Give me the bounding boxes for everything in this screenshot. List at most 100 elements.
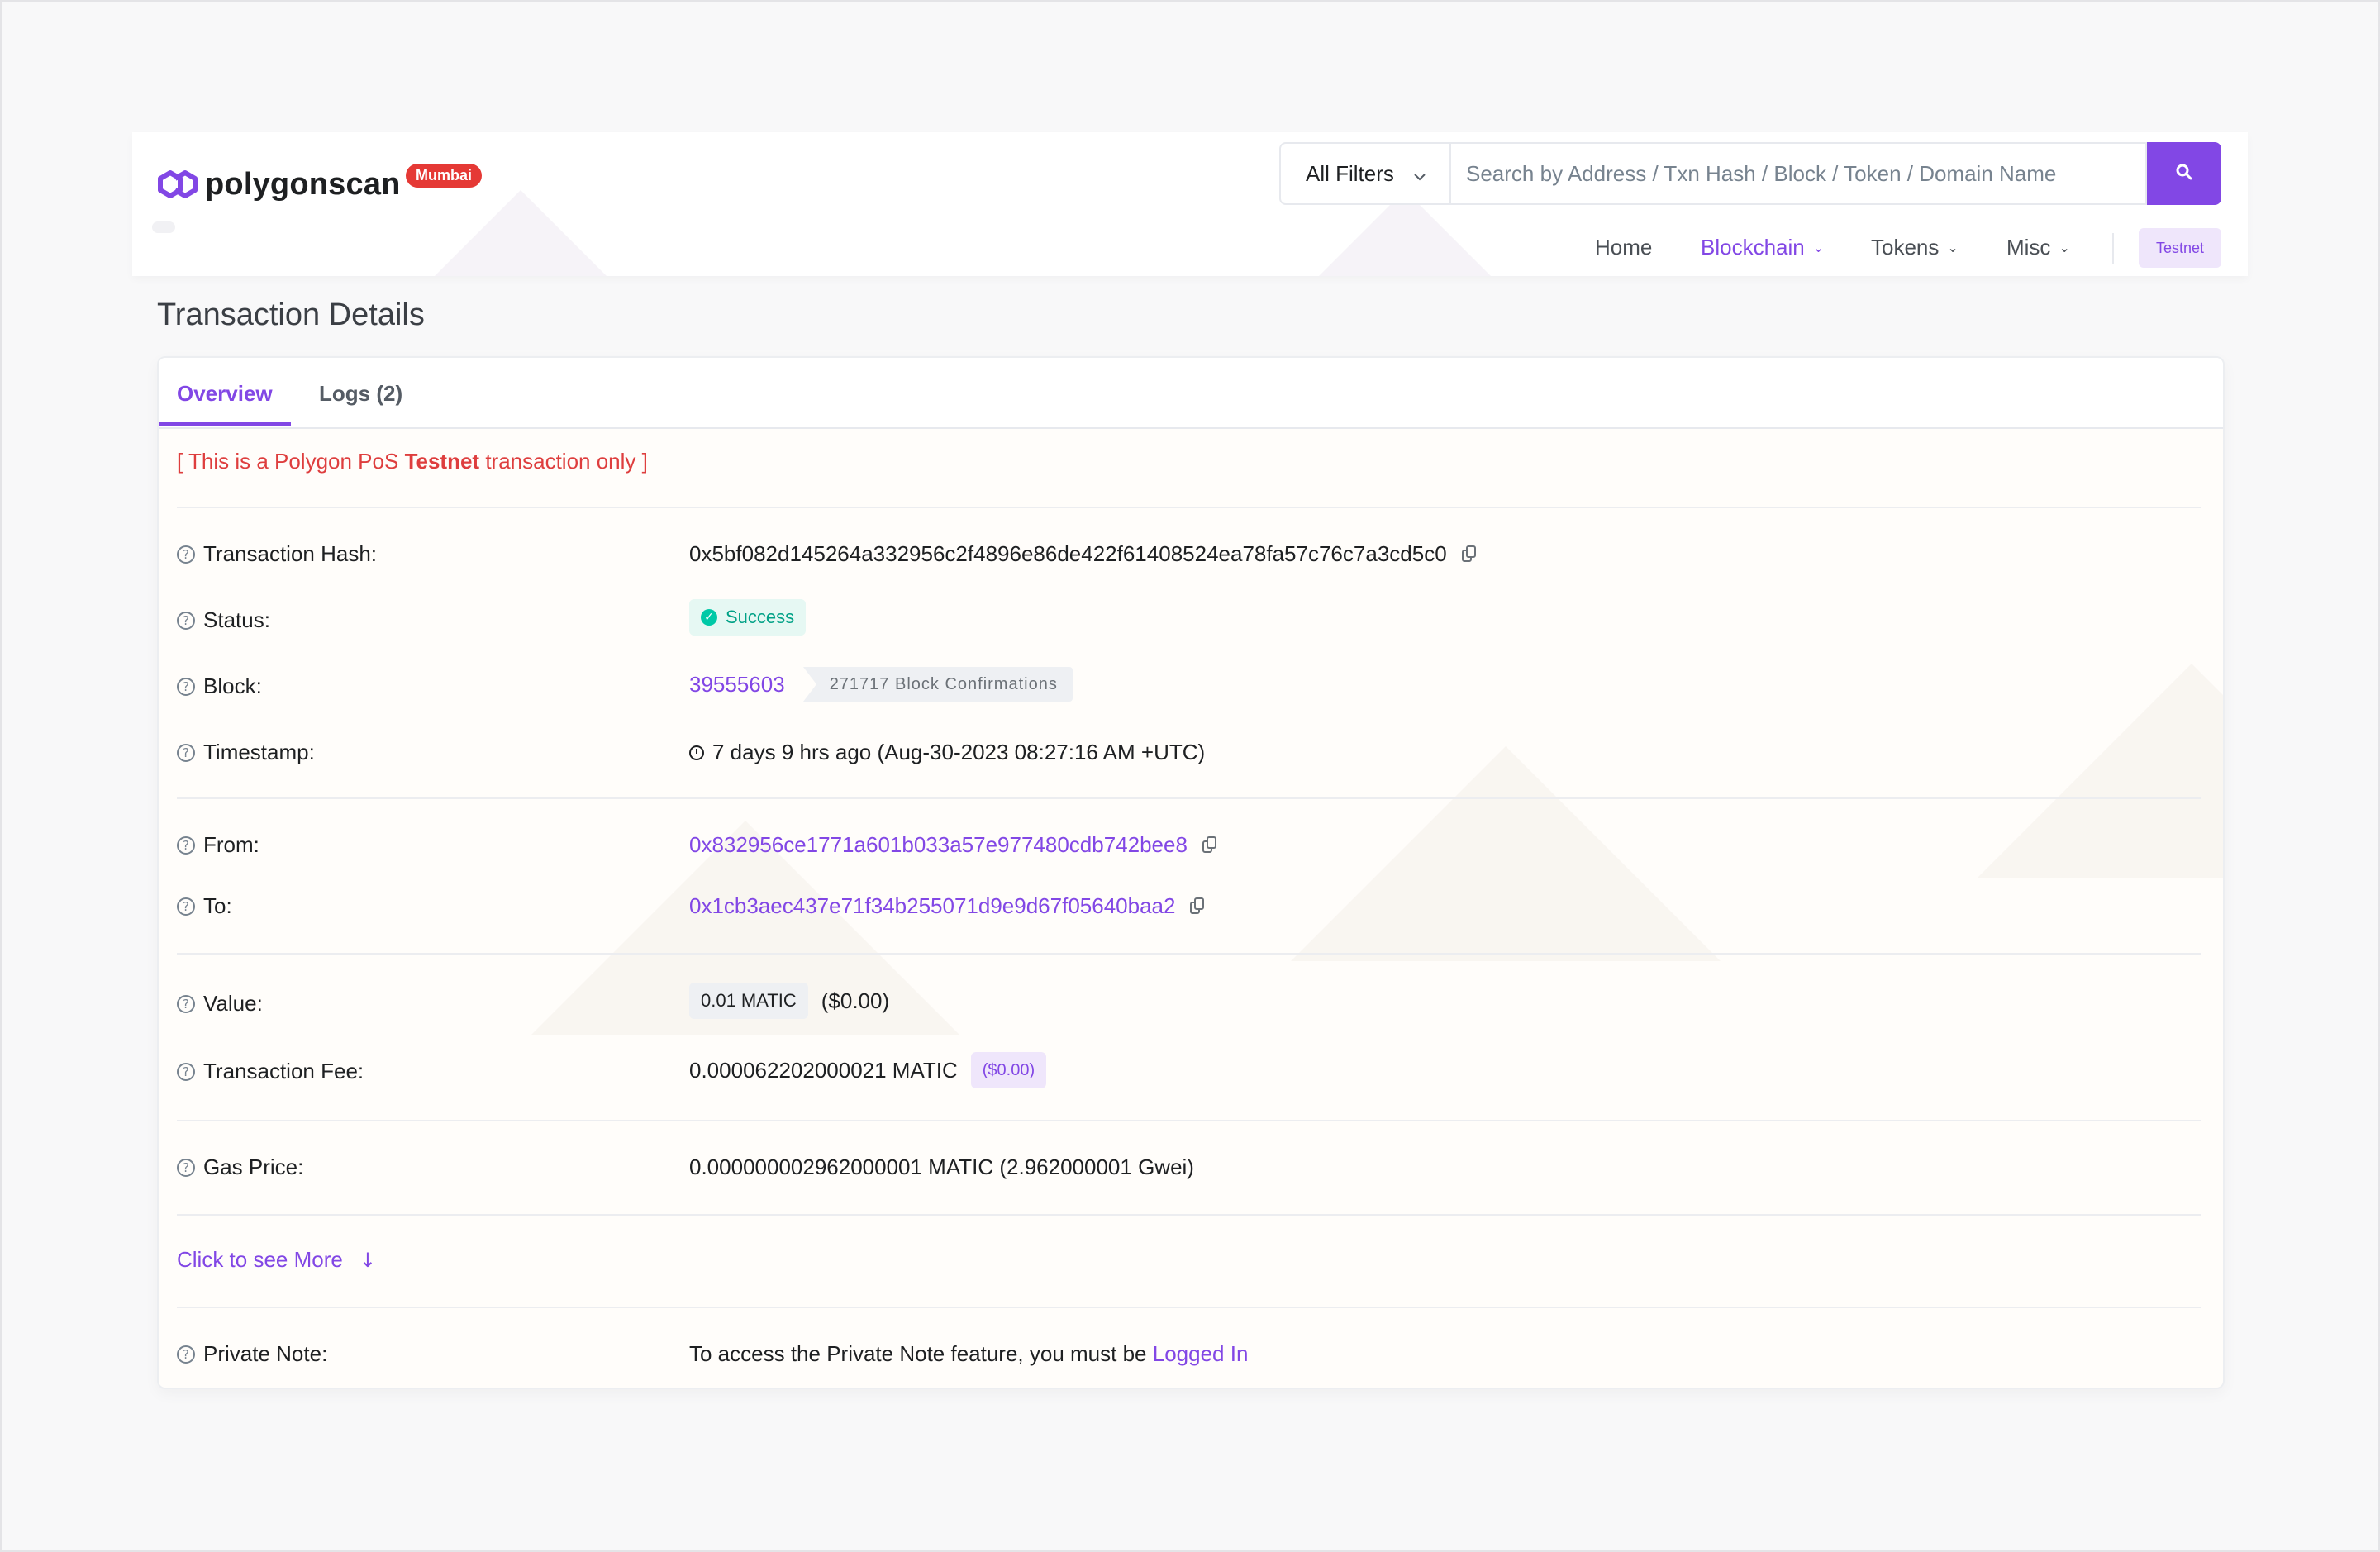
gas-price-value: 0.000000002962000001 MATIC (2.962000001 … <box>689 1154 1194 1180</box>
notice-strong: Testnet <box>404 449 480 474</box>
block-value: 39555603 271717 Block Confirmations <box>689 667 1073 702</box>
nav-blockchain-label: Blockchain <box>1701 235 1805 259</box>
nav-divider <box>2112 233 2114 264</box>
divider <box>177 1307 2202 1308</box>
to-label-text: To: <box>203 893 232 918</box>
see-more-label: Click to see More <box>177 1247 343 1272</box>
fee-value: 0.000062202000021 MATIC ($0.00) <box>689 1052 1047 1088</box>
search-icon <box>2175 163 2193 185</box>
nav-tokens[interactable]: Tokens ⌄ <box>1871 235 1959 260</box>
chevron-down-icon: ⌄ <box>1812 240 1825 255</box>
card-bg-shape <box>1977 664 2223 878</box>
nav-blockchain[interactable]: Blockchain ⌄ <box>1701 235 1824 260</box>
active-tab-indicator <box>159 422 291 426</box>
to-label: ? To: <box>177 893 232 919</box>
site-logo[interactable]: polygonscan <box>155 165 401 203</box>
clock-icon <box>689 745 704 760</box>
testnet-notice: [ This is a Polygon PoS Testnet transact… <box>177 449 648 474</box>
gas-price-text: 0.000000002962000001 MATIC (2.962000001 … <box>689 1154 1194 1179</box>
gas-price-label: ? Gas Price: <box>177 1154 303 1180</box>
fee-label: ? Transaction Fee: <box>177 1059 364 1084</box>
timestamp-label-text: Timestamp: <box>203 740 315 764</box>
status-badge: ✓ Success <box>689 599 807 636</box>
search-button[interactable] <box>2147 142 2221 205</box>
private-note-label: ? Private Note: <box>177 1341 327 1367</box>
notice-prefix: [ This is a Polygon PoS <box>177 449 405 474</box>
status-text: Success <box>726 607 795 627</box>
fee-usd-chip: ($0.00) <box>970 1052 1047 1088</box>
copy-icon[interactable] <box>1190 897 1205 916</box>
value-value: 0.01 MATIC ($0.00) <box>689 983 889 1019</box>
chevron-down-icon: ⌄ <box>1947 240 1959 255</box>
to-value: 0x1cb3aec437e71f34b255071d9e9d67f05640ba… <box>689 893 1205 919</box>
help-icon[interactable]: ? <box>177 545 195 564</box>
network-badge: Mumbai <box>406 164 483 188</box>
help-icon[interactable]: ? <box>177 836 195 855</box>
chevron-down-icon: ⌄ <box>2059 240 2070 255</box>
help-icon[interactable]: ? <box>177 677 195 696</box>
private-note-label-text: Private Note: <box>203 1341 328 1366</box>
help-icon[interactable]: ? <box>177 743 195 762</box>
main-nav: Home Blockchain ⌄ Tokens ⌄ Misc ⌄ Testne… <box>132 228 2248 271</box>
from-address-link[interactable]: 0x832956ce1771a601b033a57e977480cdb742be… <box>689 832 1188 858</box>
block-label-text: Block: <box>203 674 262 698</box>
tab-bar: Overview Logs (2) <box>159 358 2223 429</box>
copy-icon[interactable] <box>1202 836 1217 855</box>
block-label: ? Block: <box>177 674 262 699</box>
divider <box>177 797 2202 799</box>
nav-misc-label: Misc <box>2006 235 2051 259</box>
from-value: 0x832956ce1771a601b033a57e977480cdb742be… <box>689 832 1217 858</box>
check-circle-icon: ✓ <box>701 609 717 626</box>
value-label: ? Value: <box>177 991 263 1016</box>
help-icon[interactable]: ? <box>177 1345 195 1364</box>
filter-label: All Filters <box>1306 160 1394 186</box>
chevron-down-icon <box>1413 161 1426 187</box>
from-label: ? From: <box>177 832 259 858</box>
notice-suffix: transaction only ] <box>479 449 648 474</box>
timestamp-value: 7 days 9 hrs ago (Aug-30-2023 08:27:16 A… <box>689 740 1205 765</box>
fee-amount: 0.000062202000021 MATIC <box>689 1057 958 1083</box>
nav-home[interactable]: Home <box>1595 235 1652 260</box>
tx-hash-text: 0x5bf082d145264a332956c2f4896e86de422f61… <box>689 541 1447 566</box>
search-input[interactable] <box>1449 142 2147 205</box>
timestamp-text: 7 days 9 hrs ago (Aug-30-2023 08:27:16 A… <box>712 740 1206 764</box>
help-icon[interactable]: ? <box>177 1158 195 1177</box>
divider <box>177 1214 2202 1216</box>
nav-misc[interactable]: Misc ⌄ <box>2006 235 2070 260</box>
divider <box>177 507 2202 508</box>
tx-hash-value: 0x5bf082d145264a332956c2f4896e86de422f61… <box>689 541 1477 567</box>
filter-dropdown[interactable]: All Filters <box>1279 142 1449 205</box>
fee-label-text: Transaction Fee: <box>203 1059 364 1083</box>
help-icon[interactable]: ? <box>177 611 195 630</box>
search-bar: All Filters <box>1279 142 2221 205</box>
brand-name: polygonscan <box>205 166 401 202</box>
block-confirmations-badge: 271717 Block Confirmations <box>802 667 1073 702</box>
card-bg-shape <box>1291 746 1721 961</box>
to-address-link[interactable]: 0x1cb3aec437e71f34b255071d9e9d67f05640ba… <box>689 893 1175 919</box>
timestamp-label: ? Timestamp: <box>177 740 315 765</box>
help-icon[interactable]: ? <box>177 897 195 916</box>
help-icon[interactable]: ? <box>177 994 195 1013</box>
transaction-card: Overview Logs (2) [ This is a Polygon Po… <box>157 356 2225 1389</box>
tab-overview[interactable]: Overview <box>177 381 273 407</box>
arrow-down-icon: ↓ <box>359 1248 376 1272</box>
see-more-link[interactable]: Click to see More ↓ <box>177 1247 376 1273</box>
value-amount-chip: 0.01 MATIC <box>689 983 808 1019</box>
status-value: ✓ Success <box>689 599 807 636</box>
status-label: ? Status: <box>177 607 270 633</box>
divider <box>177 953 2202 955</box>
copy-icon[interactable] <box>1461 545 1477 564</box>
block-number-link[interactable]: 39555603 <box>689 672 785 697</box>
divider <box>177 1120 2202 1121</box>
site-header: polygonscan Mumbai All Filters Home Bloc… <box>132 132 2248 276</box>
value-label-text: Value: <box>203 991 263 1016</box>
tx-hash-label-text: Transaction Hash: <box>203 541 378 566</box>
nav-tokens-label: Tokens <box>1871 235 1940 259</box>
testnet-switch-button[interactable]: Testnet <box>2139 228 2221 268</box>
gas-price-label-text: Gas Price: <box>203 1154 304 1179</box>
help-icon[interactable]: ? <box>177 1062 195 1081</box>
tab-logs[interactable]: Logs (2) <box>319 381 402 407</box>
from-label-text: From: <box>203 832 259 857</box>
nav-home-label: Home <box>1595 235 1653 259</box>
login-link[interactable]: Logged In <box>1153 1341 1249 1367</box>
